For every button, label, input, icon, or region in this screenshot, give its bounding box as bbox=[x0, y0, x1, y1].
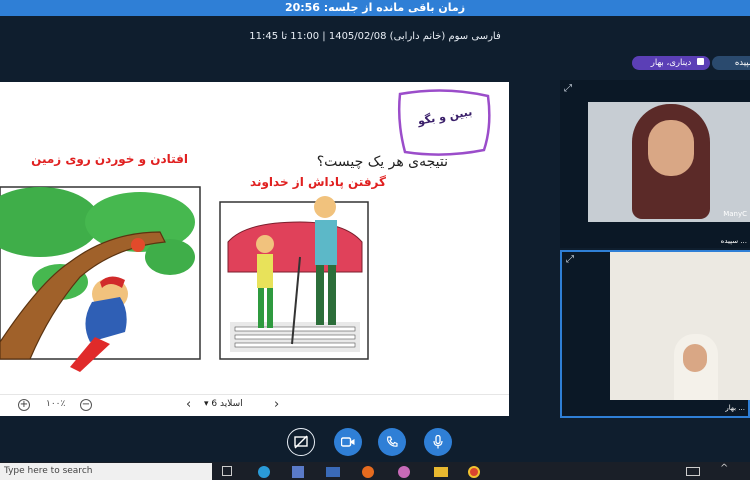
share-off-icon bbox=[294, 435, 308, 449]
picture-falling-child bbox=[0, 186, 201, 372]
presentation-slide: ببین و بگو نتیجه‌ی هر یک چیست؟ گرفتن پاد… bbox=[0, 82, 509, 415]
task-view-icon[interactable] bbox=[222, 466, 232, 476]
teacher-name: ... سپیده bbox=[720, 237, 747, 245]
prev-slide-icon[interactable]: › bbox=[274, 397, 279, 412]
mail-icon[interactable] bbox=[326, 467, 340, 477]
participant-tag-sepideh[interactable]: سپیده bbox=[712, 56, 750, 70]
camera-icon bbox=[341, 437, 355, 447]
student-name: ... بهار bbox=[725, 404, 745, 412]
phone-icon bbox=[387, 436, 398, 447]
taskbar-search-input[interactable]: Type here to search bbox=[0, 463, 212, 480]
slide-caption-right: گرفتن پاداش از خداوند bbox=[250, 175, 386, 189]
call-button[interactable] bbox=[378, 428, 406, 456]
student-video-tile[interactable]: ⤢ ... بهار bbox=[560, 250, 750, 418]
expand-icon[interactable]: ⤢ bbox=[564, 83, 572, 94]
camera-button[interactable] bbox=[334, 428, 362, 456]
teacher-video-tile[interactable]: ⤢ ManyC ... سپیده bbox=[560, 80, 750, 248]
firefox-icon[interactable] bbox=[362, 466, 374, 478]
teacher-video bbox=[588, 102, 750, 222]
session-info: فارسی سوم (خانم دارابی) 1405/02/08 | 11:… bbox=[249, 31, 501, 42]
slide-caption-left: افتادن و خوردن روی زمین bbox=[31, 152, 188, 166]
participant-tag-bahar[interactable]: دیناری، بهار bbox=[632, 56, 710, 70]
mic-icon bbox=[433, 435, 443, 449]
expand-icon[interactable]: ⤢ bbox=[566, 254, 574, 265]
student-video bbox=[610, 252, 750, 400]
slide-question: نتیجه‌ی هر یک چیست؟ bbox=[316, 154, 448, 170]
edge-icon[interactable] bbox=[258, 466, 270, 478]
slide-label: اسلاید 6 bbox=[211, 399, 243, 409]
zoom-in-icon[interactable]: + bbox=[18, 399, 30, 411]
chrome-icon[interactable] bbox=[468, 466, 480, 478]
microphone-button[interactable] bbox=[424, 428, 452, 456]
lock-icon bbox=[697, 58, 704, 65]
screen-share-button[interactable] bbox=[287, 428, 315, 456]
tray-chevron-icon[interactable]: ^ bbox=[720, 463, 728, 474]
zoom-out-icon[interactable]: − bbox=[80, 399, 92, 411]
participant-tag-label: دیناری، بهار bbox=[650, 58, 692, 68]
meeting-window: زمان باقی مانده از جلسه: 20:56 فارسی سوم… bbox=[0, 0, 750, 480]
store-icon[interactable] bbox=[292, 466, 304, 478]
paint-icon[interactable] bbox=[398, 466, 410, 478]
session-timer-banner: زمان باقی مانده از جلسه: 20:56 bbox=[0, 0, 750, 16]
folder-icon[interactable] bbox=[434, 467, 448, 477]
zoom-level: ۱۰۰٪ bbox=[46, 399, 66, 409]
participant-tag-label: سپیده bbox=[734, 58, 750, 68]
picture-helping-blind-man bbox=[219, 196, 369, 360]
teacher-watermark: ManyC bbox=[723, 210, 747, 218]
slide-toolbar: − ۱۰۰٪ + ‹ ▾ اسلاید 6 › bbox=[0, 394, 509, 416]
slide-selector[interactable]: ▾ اسلاید 6 bbox=[204, 399, 243, 409]
next-slide-icon[interactable]: ‹ bbox=[186, 397, 191, 412]
keyboard-icon[interactable] bbox=[686, 467, 700, 476]
